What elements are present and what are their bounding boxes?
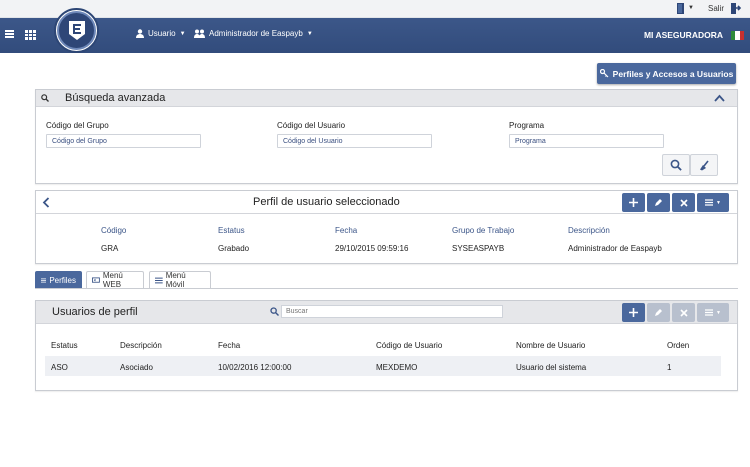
- usuarios-title: Usuarios de perfil: [52, 306, 138, 318]
- user-more-menu-button[interactable]: ▼: [697, 303, 729, 322]
- th-descripcion: Descripción: [120, 341, 162, 350]
- codigo-usuario-label: Código del Usuario: [277, 121, 346, 130]
- codigo-grupo-input[interactable]: Código del Grupo: [46, 134, 201, 148]
- broom-icon: [699, 160, 709, 170]
- back-chevron-icon[interactable]: [42, 197, 50, 208]
- cell-codigo-usuario: MEXDEMO: [376, 363, 418, 372]
- delete-user-button[interactable]: [672, 303, 695, 322]
- tab-menu-web-label: Menú WEB: [102, 271, 123, 289]
- search-input[interactable]: [281, 304, 503, 318]
- user-icon: [136, 29, 144, 38]
- perfil-descripcion-value: Administrador de Easpayb: [568, 244, 662, 253]
- brand-name: MI ASEGURADORA: [643, 30, 723, 40]
- apps-grid-icon[interactable]: [25, 30, 36, 40]
- pencil-icon: [655, 199, 662, 206]
- cell-descripcion: Asociado: [120, 363, 153, 372]
- nav-usuario-label: Usuario: [148, 29, 176, 38]
- pencil-icon: [655, 309, 662, 316]
- perfil-seleccionado-panel: Perfil de usuario seleccionado ▼ Código …: [35, 190, 738, 264]
- delete-button[interactable]: [672, 193, 695, 212]
- chevron-up-icon[interactable]: [714, 94, 725, 102]
- cell-fecha: 10/02/2016 12:00:00: [218, 363, 292, 372]
- programa-input[interactable]: Programa: [509, 134, 664, 148]
- close-icon: [679, 308, 688, 317]
- monitor-icon: [92, 276, 100, 283]
- usuarios-header: Usuarios de perfil ▼: [36, 301, 737, 324]
- exit-link[interactable]: Salir: [708, 4, 724, 13]
- users-group-icon: [194, 29, 205, 38]
- perfil-header: Perfil de usuario seleccionado ▼: [36, 191, 737, 214]
- perfil-grupo-value: SYSEASPAYB: [452, 244, 505, 253]
- hamburger-menu-icon[interactable]: [5, 30, 14, 38]
- add-user-button[interactable]: [622, 303, 645, 322]
- cell-nombre-usuario: Usuario del sistema: [516, 363, 587, 372]
- col-descripcion-header: Descripción: [568, 226, 610, 235]
- perfil-estatus-value: Grabado: [218, 244, 250, 253]
- edit-button[interactable]: [647, 193, 670, 212]
- col-fecha-header: Fecha: [335, 226, 358, 235]
- search-icon: [267, 304, 281, 318]
- programa-label: Programa: [509, 121, 545, 130]
- search-button[interactable]: [662, 154, 690, 176]
- search-icon: [670, 159, 682, 171]
- plus-icon: [629, 308, 638, 317]
- key-icon: [599, 69, 609, 78]
- tab-menu-movil[interactable]: Menú Móvil: [149, 271, 211, 289]
- chevron-down-icon: ▼: [716, 309, 721, 316]
- top-strip: ▼ Salir: [0, 0, 750, 18]
- codigo-grupo-label: Código del Grupo: [46, 121, 109, 130]
- list-icon: [705, 309, 714, 316]
- app-header: [0, 18, 750, 53]
- th-orden: Orden: [667, 341, 690, 350]
- perfiles-accesos-label: Perfiles y Accesos a Usuarios: [612, 68, 734, 79]
- logo-emblem: [57, 11, 96, 50]
- tab-perfiles[interactable]: Perfiles: [35, 271, 82, 288]
- col-estatus-header: Estatus: [218, 226, 245, 235]
- busqueda-title: Búsqueda avanzada: [65, 92, 166, 104]
- th-codigo-usuario: Código de Usuario: [376, 341, 443, 350]
- edit-user-button[interactable]: [647, 303, 670, 322]
- search-icon: [41, 94, 49, 102]
- mexico-flag-icon[interactable]: [731, 31, 744, 40]
- tabs-divider: [35, 288, 738, 289]
- door-icon[interactable]: [676, 3, 686, 14]
- perfil-title: Perfil de usuario seleccionado: [253, 196, 400, 208]
- nav-admin[interactable]: Administrador de Easpayb ▼: [194, 29, 313, 38]
- logout-icon[interactable]: [731, 3, 742, 14]
- logo-e-icon: [69, 21, 85, 40]
- chevron-down-icon: ▼: [716, 199, 721, 206]
- list-icon: [41, 277, 47, 283]
- nav-admin-label: Administrador de Easpayb: [209, 29, 303, 38]
- usuarios-perfil-panel: Usuarios de perfil ▼ Estatus Descripción…: [35, 300, 738, 391]
- chevron-down-icon[interactable]: ▼: [688, 5, 694, 11]
- nav-usuario[interactable]: Usuario ▼: [136, 29, 186, 38]
- perfil-fecha-value: 29/10/2015 09:59:16: [335, 244, 409, 253]
- th-fecha: Fecha: [218, 341, 241, 350]
- close-icon: [679, 198, 688, 207]
- add-button[interactable]: [622, 193, 645, 212]
- tab-menu-movil-label: Menú Móvil: [165, 271, 186, 289]
- cell-estatus: ASO: [51, 363, 68, 372]
- cell-orden: 1: [667, 363, 672, 372]
- chevron-down-icon: ▼: [179, 30, 186, 37]
- list-icon: [705, 199, 714, 206]
- col-codigo-header: Código: [101, 226, 127, 235]
- more-menu-button[interactable]: ▼: [697, 193, 729, 212]
- perfiles-accesos-button[interactable]: Perfiles y Accesos a Usuarios: [597, 63, 736, 84]
- busqueda-avanzada-panel: Búsqueda avanzada Código del Grupo Códig…: [35, 89, 738, 184]
- tab-perfiles-label: Perfiles: [49, 275, 76, 285]
- codigo-usuario-input[interactable]: Código del Usuario: [277, 134, 432, 148]
- chevron-down-icon: ▼: [306, 30, 313, 37]
- list-icon: [155, 277, 163, 283]
- th-nombre-usuario: Nombre de Usuario: [516, 341, 586, 350]
- clear-button[interactable]: [690, 154, 718, 176]
- th-estatus: Estatus: [51, 341, 78, 350]
- busqueda-header[interactable]: Búsqueda avanzada: [36, 90, 737, 107]
- usuarios-search: [267, 304, 503, 318]
- plus-icon: [629, 198, 638, 207]
- col-grupo-header: Grupo de Trabajo: [452, 226, 515, 235]
- tab-menu-web[interactable]: Menú WEB: [86, 271, 144, 289]
- perfil-codigo-value: GRA: [101, 244, 119, 253]
